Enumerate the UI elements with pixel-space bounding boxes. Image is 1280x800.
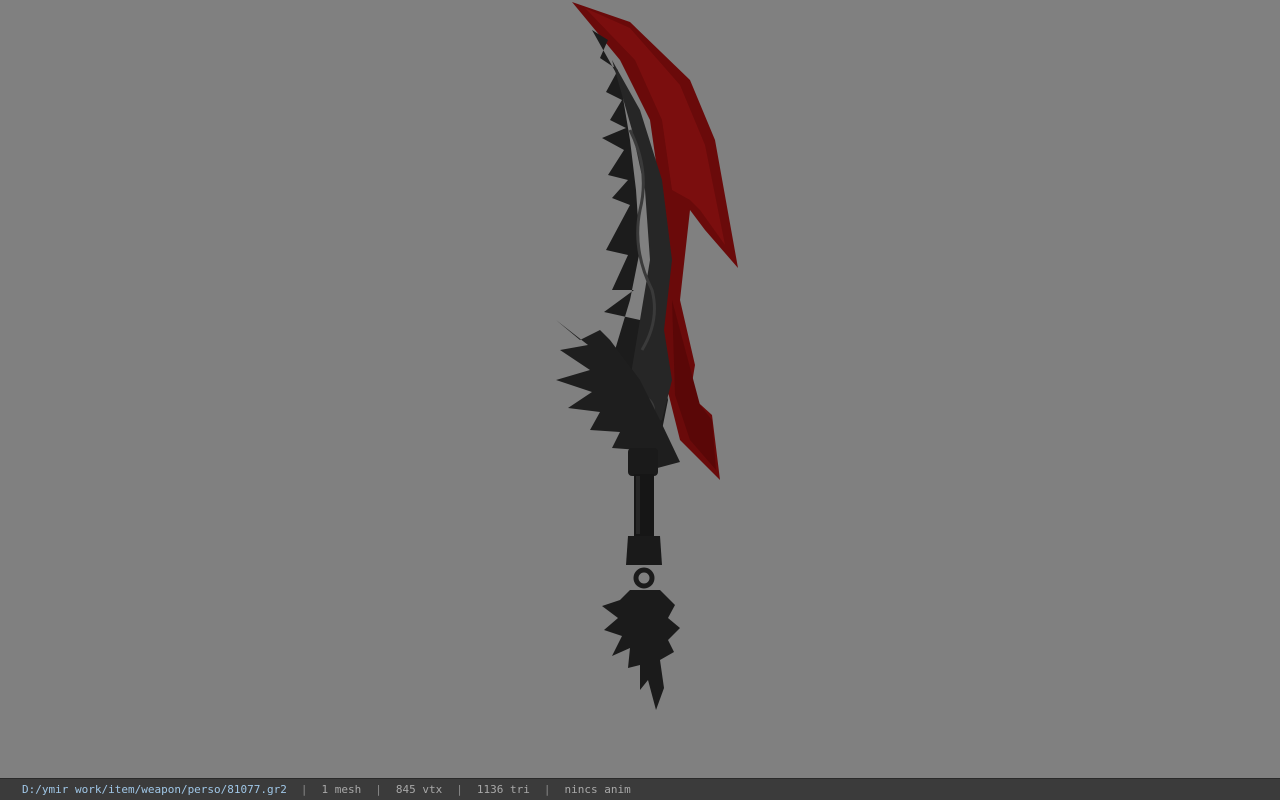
separator: |: [300, 783, 308, 796]
separator: |: [456, 783, 463, 796]
3d-viewport[interactable]: [0, 0, 1280, 778]
vertex-count: 845 vtx: [395, 783, 443, 796]
status-bar: D:/ymir work/item/weapon/perso/81077.gr2…: [0, 778, 1280, 800]
mesh-count: 1 mesh: [321, 783, 362, 796]
sword-model-icon: [556, 2, 738, 710]
triangle-count: 1136 tri: [476, 783, 530, 796]
file-path: D:/ymir work/item/weapon/perso/81077.gr2: [22, 783, 287, 796]
animation-status: nincs anim: [564, 783, 631, 796]
separator: |: [543, 783, 551, 796]
separator: |: [375, 783, 382, 796]
